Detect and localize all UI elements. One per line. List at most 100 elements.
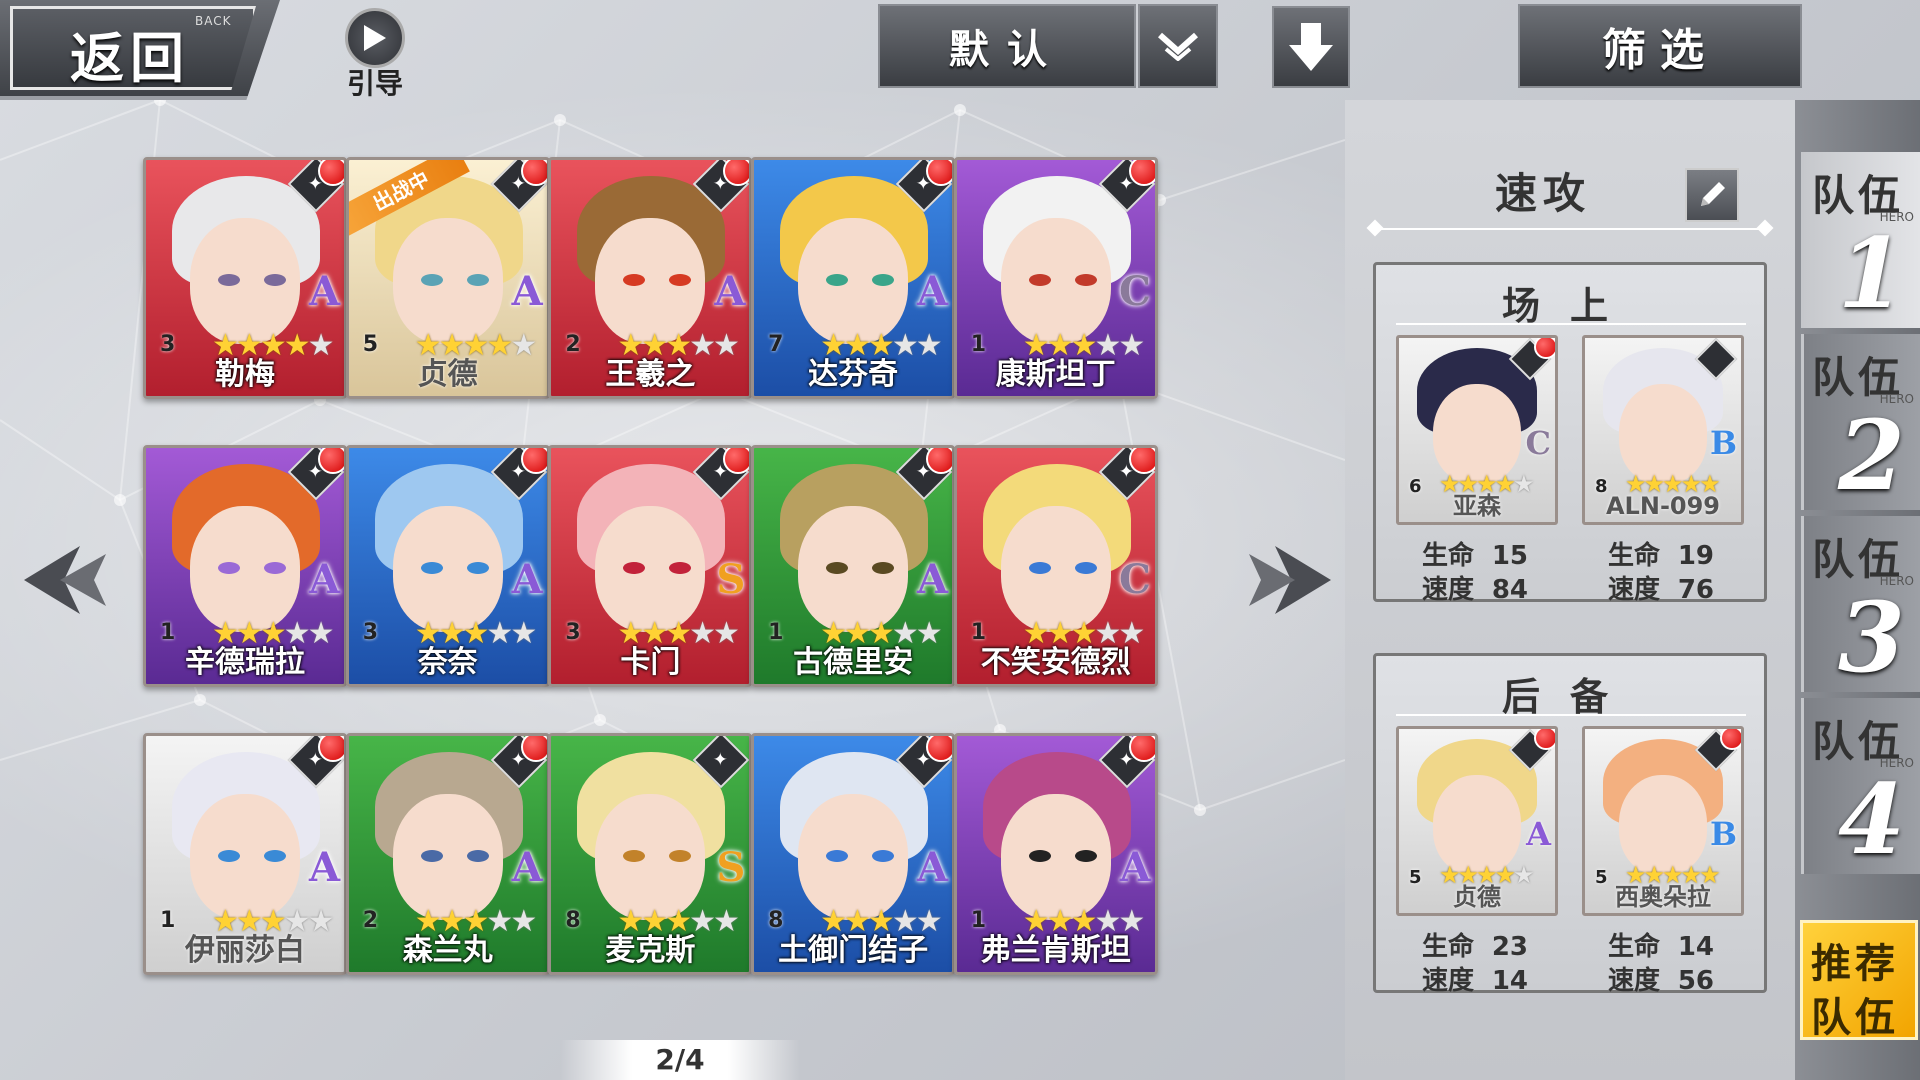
hp-label: 生命 xyxy=(1422,932,1475,962)
hero-name: 奈奈 xyxy=(417,644,478,680)
reserve-section: 后备 A 5 ★★★★★ 贞德 生命 23 速度 14 B 5 ★★★★★ 西奥朵拉 生命 14 速度 56 xyxy=(1373,653,1767,996)
guide-button[interactable]: 引导 xyxy=(335,8,415,100)
top-bar: 返回 BACK 引导 默认 筛选 xyxy=(0,0,1920,100)
notification-dot xyxy=(1128,160,1155,186)
hero-card[interactable]: ✦ S 8 ★★★★★ 麦克斯 xyxy=(548,732,753,975)
team-panel: 速攻 场上 C 6 ★★★★★ 亚森 生命 15 速度 84 B 8 ★★★★★ ALN-099 生命 1… xyxy=(1345,100,1795,1080)
hero-eye xyxy=(669,849,692,862)
notification-dot xyxy=(723,160,750,186)
notification-dot xyxy=(926,447,953,474)
hero-grade: C xyxy=(1118,268,1151,315)
speed-value: 84 xyxy=(1491,575,1528,605)
member-name: 亚森 xyxy=(1453,492,1501,520)
hero-card[interactable]: ✦ A 3 ★★★★★ 奈奈 xyxy=(345,444,550,687)
back-button-label: 返回 xyxy=(70,27,190,90)
team-tab-4[interactable]: 队伍 HERO 4 xyxy=(1801,698,1920,874)
hero-card[interactable]: ✦ A 2 ★★★★★ 王羲之 xyxy=(548,157,753,399)
hero-eye xyxy=(264,274,286,286)
notification-dot xyxy=(318,447,344,474)
next-page-arrow-icon[interactable] xyxy=(1235,530,1335,630)
hero-grade: A xyxy=(308,843,340,891)
team-tab-number: 2 xyxy=(1838,399,1905,512)
sort-select[interactable]: 默认 xyxy=(878,4,1136,88)
speed-value: 14 xyxy=(1491,966,1528,996)
hero-grade: A xyxy=(1119,843,1151,891)
hero-name: 不笑安德烈 xyxy=(980,644,1131,680)
notification-dot xyxy=(1534,729,1555,750)
hero-card[interactable]: ✦ C 1 ★★★★★ 不笑安德烈 xyxy=(953,444,1158,687)
team-member-card[interactable]: B 8 ★★★★★ ALN-099 xyxy=(1582,335,1744,525)
hero-card[interactable]: ✦ A 1 ★★★★★ 辛德瑞拉 xyxy=(143,444,347,687)
notification-dot xyxy=(520,735,547,762)
team-tab-3[interactable]: 队伍 HERO 3 xyxy=(1801,516,1920,692)
member-speed-stat: 速度 14 xyxy=(1422,960,1528,997)
hero-card[interactable]: ✦ 出战中 A 5 ★★★★★ 贞德 xyxy=(345,157,550,399)
sort-order-button[interactable] xyxy=(1272,6,1350,88)
hero-eye xyxy=(218,274,240,286)
notification-dot xyxy=(1720,729,1741,750)
pencil-icon xyxy=(1701,182,1725,206)
hero-eye xyxy=(466,274,489,286)
hero-grade: A xyxy=(511,843,543,891)
sort-select-label: 默认 xyxy=(949,27,1065,73)
hero-card[interactable]: ✦ A 3 ★★★★★ 勒梅 xyxy=(143,157,347,399)
hero-eye xyxy=(218,849,240,862)
back-button[interactable]: 返回 BACK xyxy=(0,0,280,100)
hero-card[interactable]: ✦ A 1 ★★★★★ 伊丽莎白 xyxy=(143,732,347,975)
hero-eye xyxy=(826,849,849,862)
member-grade: A xyxy=(1526,815,1551,853)
hero-card[interactable]: ✦ A 1 ★★★★★ 弗兰肯斯坦 xyxy=(953,732,1158,975)
team-member-card[interactable]: C 6 ★★★★★ 亚森 xyxy=(1396,335,1558,525)
hero-eye xyxy=(1074,274,1097,286)
hero-eye xyxy=(264,849,286,862)
hero-card[interactable]: ✦ A 8 ★★★★★ 土御门结子 xyxy=(751,732,956,975)
sort-dropdown-button[interactable] xyxy=(1138,4,1218,88)
member-speed-stat: 速度 84 xyxy=(1422,569,1528,606)
hero-card[interactable]: ✦ S 3 ★★★★★ 卡门 xyxy=(548,444,753,687)
hero-grade: A xyxy=(714,268,746,315)
notification-dot xyxy=(520,160,547,186)
hero-grade: A xyxy=(308,555,340,603)
filter-button[interactable]: 筛选 xyxy=(1518,4,1802,88)
hero-eye xyxy=(420,561,443,574)
member-name: 贞德 xyxy=(1453,883,1501,911)
recommend-team-button[interactable]: 推荐 队伍 xyxy=(1800,920,1918,1041)
hp-label: 生命 xyxy=(1422,541,1475,571)
team-member-card[interactable]: A 5 ★★★★★ 贞德 xyxy=(1396,726,1558,916)
hero-name: 康斯坦丁 xyxy=(995,357,1116,392)
hero-eye xyxy=(1074,561,1097,574)
hero-eye xyxy=(872,561,895,574)
hero-grade: S xyxy=(716,843,746,891)
team-tab-number: 1 xyxy=(1838,217,1905,330)
hero-eye xyxy=(1028,849,1051,862)
hero-card[interactable]: ✦ A 1 ★★★★★ 古德里安 xyxy=(751,444,956,687)
team-name: 速攻 xyxy=(1495,169,1592,218)
member-hp-stat: 生命 14 xyxy=(1608,926,1714,963)
filter-button-label: 筛选 xyxy=(1602,25,1718,76)
hero-eye xyxy=(218,561,240,574)
hero-card[interactable]: ✦ A 7 ★★★★★ 达芬奇 xyxy=(751,157,956,399)
hero-eye xyxy=(466,849,489,862)
member-name: 西奥朵拉 xyxy=(1615,883,1711,911)
hero-card[interactable]: ✦ C 1 ★★★★★ 康斯坦丁 xyxy=(953,157,1158,399)
team-tab-1[interactable]: 队伍 HERO 1 xyxy=(1801,152,1920,328)
team-tab-2[interactable]: 队伍 HERO 2 xyxy=(1801,334,1920,510)
guide-button-label: 引导 xyxy=(346,67,403,100)
hero-name: 麦克斯 xyxy=(605,932,696,968)
team-member-card[interactable]: B 5 ★★★★★ 西奥朵拉 xyxy=(1582,726,1744,916)
hero-card[interactable]: ✦ A 2 ★★★★★ 森兰丸 xyxy=(345,732,550,975)
hero-grade: A xyxy=(511,555,543,603)
team-tab-number: 4 xyxy=(1838,763,1905,876)
prev-page-arrow-icon[interactable] xyxy=(20,530,120,630)
hero-name: 森兰丸 xyxy=(402,932,493,968)
hero-eye xyxy=(1028,561,1051,574)
hero-eye xyxy=(264,561,286,574)
hp-label: 生命 xyxy=(1608,541,1661,571)
team-divider xyxy=(1375,228,1765,230)
member-speed-stat: 速度 56 xyxy=(1608,960,1714,997)
hero-name: 卡门 xyxy=(620,644,681,680)
hero-grade: A xyxy=(308,268,340,315)
notification-dot xyxy=(926,160,953,186)
member-face xyxy=(1433,384,1521,484)
edit-team-name-button[interactable] xyxy=(1685,168,1739,222)
